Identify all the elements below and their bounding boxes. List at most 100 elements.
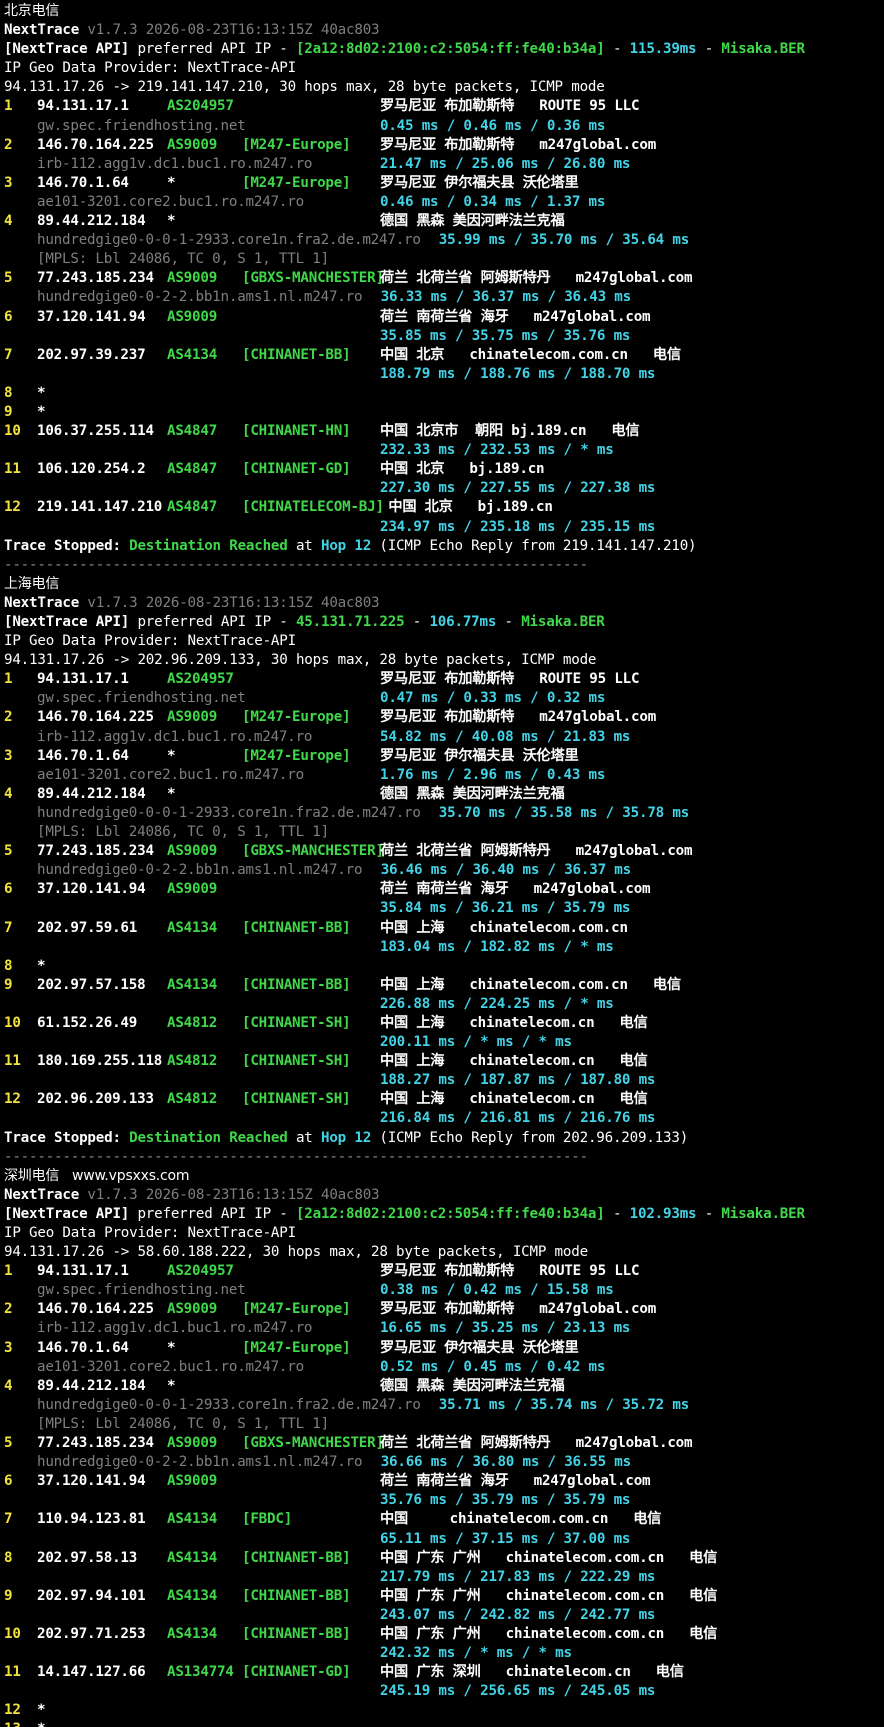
hop-geo: 中国 上海 chinatelecom.com.cn 电信 [380,976,681,993]
version-line: NextTrace v1.7.3 2026-08-23T16:13:15Z 40… [4,594,884,613]
hop-row: 5 77.243.185.234 AS9009 [GBXS-MANCHESTER] 荷兰… [4,842,884,861]
hop-row: 7 110.94.123.81 AS4134 [FBDC] 中国 chinateleco… [4,1510,884,1529]
hop-tag: [M247-Europe] [242,709,351,726]
hop-asn: AS134774 [167,1664,234,1681]
hop-detail-row: 35.84 ms / 36.21 ms / 35.79 ms [4,899,884,918]
hop-detail-row: 216.84 ms / 216.81 ms / 216.76 ms [4,1109,884,1128]
hop-detail-row: hundredgige0-0-0-1-2933.core1n.fra2.de.m… [4,1396,884,1415]
hop-detail-row: hundredgige0-0-0-1-2933.core1n.fra2.de.m… [4,231,884,250]
api-line: [NextTrace API] preferred API IP - [2a12… [4,1205,884,1224]
hop-geo: 罗马尼亚 伊尔福夫县 沃伦塔里 [380,174,579,191]
hop-tag: [CHINATELECOM-BJ] [242,499,384,516]
hop-geo: 荷兰 北荷兰省 阿姆斯特丹 m247global.com [380,270,693,287]
hop-geo: 荷兰 南荷兰省 海牙 m247global.com [380,308,651,325]
hop-number: 7 [4,1511,13,1528]
separator-line: ----------------------------------------… [4,1148,884,1167]
section-title: 北京电信 [4,3,60,19]
watermark-text: www.vpsxxs.com [59,1167,190,1184]
hop-row: 3 146.70.1.64 * [M247-Europe] 罗马尼亚 伊尔福夫县 沃伦塔… [4,747,884,766]
hop-rtt: 242.32 ms / * ms / * ms [380,1645,572,1662]
terminal-output[interactable]: 北京电信 NextTrace v1.7.3 2026-08-23T16:13:15… [0,0,884,1727]
hop-detail-row: hundredgige0-0-2-2.bb1n.ams1.nl.m247.ro 3… [4,861,884,880]
hop-row: 9 202.97.57.158 AS4134 [CHINANET-BB] 中国 上海 c… [4,976,884,995]
hop-ip: 77.243.185.234 [37,270,154,287]
hop-rtt: 36.33 ms / 36.37 ms / 36.43 ms [380,289,631,306]
hop-rtt: 54.82 ms / 40.08 ms / 21.83 ms [380,728,631,745]
geo-provider-line: IP Geo Data Provider: NextTrace-API [4,1224,884,1243]
hop-ip: 146.70.1.64 [37,1339,129,1356]
hop-detail-row: 217.79 ms / 217.83 ms / 222.29 ms [4,1568,884,1587]
api-latency: 102.93ms [629,1205,697,1222]
section-label: 深圳电信 www.vpsxxs.com [4,1167,884,1186]
hop-row: 12 * [4,1701,884,1720]
hop-ip: 180.169.255.118 [37,1053,163,1070]
api-text: preferred API IP - [129,41,296,58]
hop-row: 9 202.97.94.101 AS4134 [CHINANET-BB] 中国 广东 广… [4,1587,884,1606]
hop-row: 8 202.97.58.13 AS4134 [CHINANET-BB] 中国 广东 广州… [4,1549,884,1568]
hop-rtt: 0.38 ms / 0.42 ms / 15.58 ms [380,1282,614,1299]
hop-tag: [CHINANET-HN] [242,423,351,440]
hop-hostname: irb-112.agg1v.dc1.buc1.ro.m247.ro [37,155,313,172]
hop-tag: [CHINANET-SH] [242,1091,351,1108]
hop-number: 7 [4,346,13,363]
hop-tag: [CHINANET-SH] [242,1014,351,1031]
hop-tag: [M247-Europe] [242,136,351,153]
hop-mpls-row: [MPLS: Lbl 24086, TC 0, S 1, TTL 1] [4,250,884,269]
hop-detail-row: 65.11 ms / 37.15 ms / 37.00 ms [4,1530,884,1549]
hop-rtt: 1.76 ms / 2.96 ms / 0.43 ms [380,766,606,783]
hop-detail-row: 227.30 ms / 227.55 ms / 227.38 ms [4,479,884,498]
hop-number: 6 [4,1473,13,1490]
hop-ip: 146.70.164.225 [37,709,154,726]
hop-number: 6 [4,308,13,325]
hop-geo: 罗马尼亚 布加勒斯特 ROUTE 95 LLC [380,671,640,688]
hop-number: 9 [4,976,13,993]
hop-row: 7 202.97.39.237 AS4134 [CHINANET-BB] 中国 北京 c… [4,346,884,365]
hop-rtt: 35.84 ms / 36.21 ms / 35.79 ms [380,900,631,917]
hop-geo: 中国 北京 bj.189.cn [380,499,553,516]
section-title: 上海电信 [4,575,60,592]
hop-asn: AS9009 [167,1301,218,1318]
hop-ip: 146.70.164.225 [37,136,154,153]
hop-number: 11 [4,1664,21,1681]
hop-tag: [CHINANET-GD] [242,461,351,478]
hop-detail-row: 200.11 ms / * ms / * ms [4,1033,884,1052]
hop-asn: AS9009 [167,1435,218,1452]
hop-row: 3 146.70.1.64 * [M247-Europe] 罗马尼亚 伊尔福夫县 沃伦塔… [4,1339,884,1358]
hop-detail-row: 245.19 ms / 256.65 ms / 245.05 ms [4,1682,884,1701]
version-line: NextTrace v1.7.3 2026-08-23T16:13:15Z 40… [4,1186,884,1205]
hop-tag: [CHINANET-BB] [242,1549,351,1566]
stopped-at: at [287,537,321,554]
hop-ip: * [37,957,46,974]
hop-asn: * [167,1339,176,1356]
hop-detail-row: 35.76 ms / 35.79 ms / 35.79 ms [4,1491,884,1510]
version-info: v1.7.3 2026-08-23T16:13:15Z 40ac803 [79,1186,380,1203]
hop-hostname: gw.spec.friendhosting.net [37,1282,246,1299]
hop-row: 10 106.37.255.114 AS4847 [CHINANET-HN] 中国 北京… [4,422,884,441]
hop-asn: AS4134 [167,976,218,993]
hop-asn: * [167,785,176,802]
hop-tag: [GBXS-MANCHESTER] [242,270,384,287]
hop-ip: 202.97.59.61 [37,919,138,936]
hop-detail-row: gw.spec.friendhosting.net 0.47 ms / 0.33 … [4,689,884,708]
hop-number: 5 [4,843,13,860]
hop-ip: 61.152.26.49 [37,1014,138,1031]
hop-hostname: hundredgige0-0-0-1-2933.core1n.fra2.de.m… [37,232,421,249]
api-node: Misaka.BER [721,41,805,58]
hop-rtt: 216.84 ms / 216.81 ms / 216.76 ms [380,1110,656,1127]
hop-row: 12 202.96.209.133 AS4812 [CHINANET-SH] 中国 上海… [4,1090,884,1109]
hop-asn: AS9009 [167,136,218,153]
hop-number: 5 [4,1435,13,1452]
hop-number: 2 [4,1301,13,1318]
trace-stopped-line: Trace Stopped: Destination Reached at Ho… [4,537,884,556]
hop-asn: AS4134 [167,1625,218,1642]
hop-detail-row: irb-112.agg1v.dc1.buc1.ro.m247.ro 16.65 m… [4,1319,884,1338]
hop-row: 3 146.70.1.64 * [M247-Europe] 罗马尼亚 伊尔福夫县 沃伦塔… [4,174,884,193]
hop-detail-row: ae101-3201.core2.buc1.ro.m247.ro 1.76 ms … [4,766,884,785]
hop-asn: AS9009 [167,709,218,726]
hop-rtt: 243.07 ms / 242.82 ms / 242.77 ms [380,1606,656,1623]
hop-ip: 37.120.141.94 [37,1473,146,1490]
stopped-hop: Hop 12 [321,1129,372,1146]
hop-tag: [M247-Europe] [242,1301,351,1318]
hop-row: 2 146.70.164.225 AS9009 [M247-Europe] 罗马尼亚 布… [4,136,884,155]
hop-rtt: 0.52 ms / 0.45 ms / 0.42 ms [380,1358,606,1375]
